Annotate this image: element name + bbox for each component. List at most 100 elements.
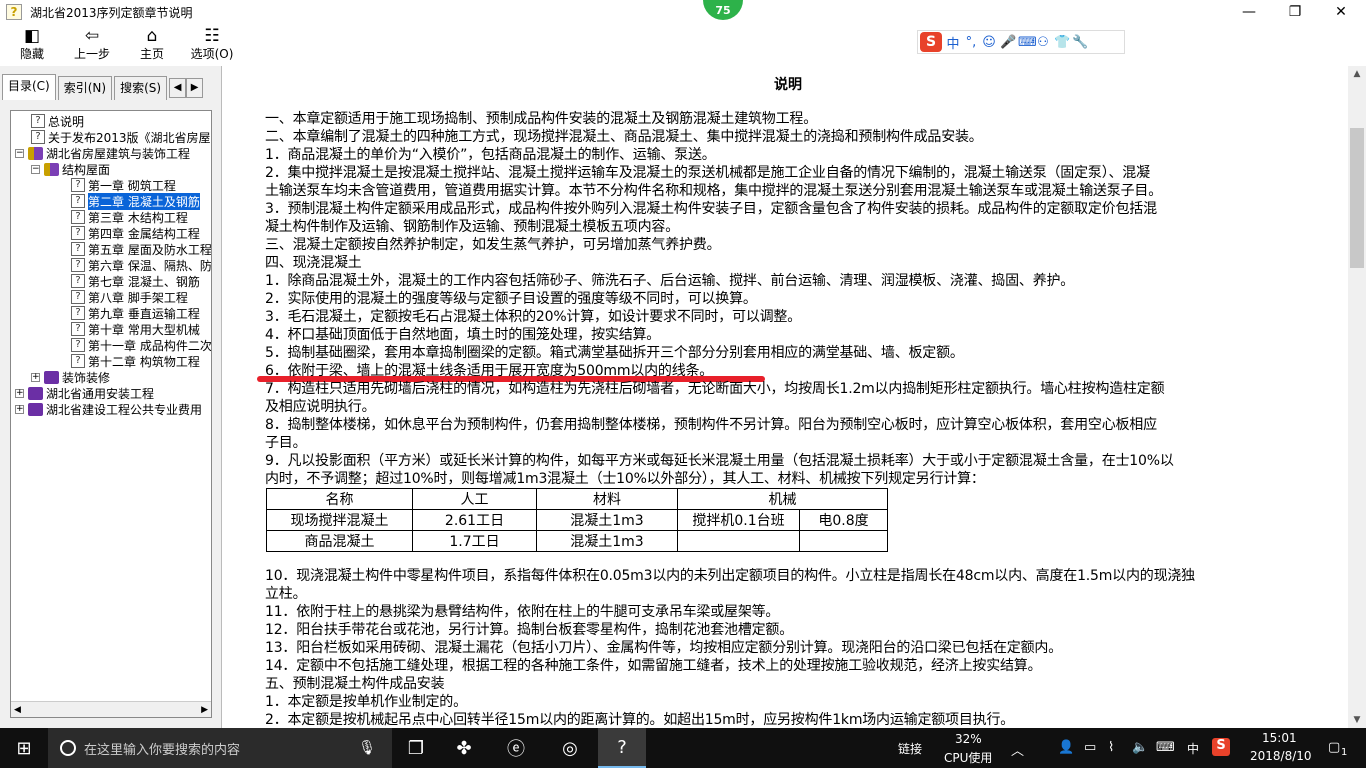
ime-user-icon[interactable]: ⚇ xyxy=(1036,35,1050,50)
toolbar: ◧ 隐藏 ⇦ 上一步 ⌂ 主页 ☷ 选项(O) xyxy=(0,24,1366,66)
help-app-taskbar-icon[interactable]: ? xyxy=(598,728,646,768)
ime-punctuation-icon[interactable]: °, xyxy=(964,35,978,50)
tree-item[interactable]: ? 第十一章 成品构件二次 xyxy=(71,337,211,353)
content-vertical-scrollbar[interactable]: ▲ ▼ xyxy=(1348,66,1366,728)
tree-item[interactable]: ? 第十章 常用大型机械 xyxy=(71,321,200,337)
tree-item[interactable]: ? 第四章 金属结构工程 xyxy=(71,225,200,241)
tab-search[interactable]: 搜索(S) xyxy=(114,76,168,100)
options-button[interactable]: ☷ 选项(O) xyxy=(184,24,240,66)
tree-item-label: 第五章 屋面及防水工程 xyxy=(88,242,212,257)
tree-item[interactable]: + 装饰装修 xyxy=(31,369,110,385)
ie-browser-icon[interactable]: ⓔ xyxy=(492,728,540,768)
tree-item[interactable]: ? 第三章 木结构工程 xyxy=(71,209,188,225)
tree-item-label: 第二章 混凝土及钢筋 xyxy=(88,192,200,210)
tree-item[interactable]: ? 第二章 混凝土及钢筋 xyxy=(71,192,200,210)
table-cell: 电0.8度 xyxy=(799,509,888,531)
hide-button[interactable]: ◧ 隐藏 xyxy=(4,24,60,66)
ime-voice-icon[interactable]: 🎤 xyxy=(1000,35,1016,50)
tree-item[interactable]: − 结构屋面 xyxy=(31,161,110,177)
tray-people-icon[interactable]: 👤 xyxy=(1058,740,1074,755)
tree-item[interactable]: ? 第九章 垂直运输工程 xyxy=(71,305,200,321)
tray-chevron-up-icon[interactable]: ︿ xyxy=(1011,740,1024,759)
scroll-right-icon[interactable]: ▶ xyxy=(201,705,208,715)
sogou-logo-icon[interactable]: S xyxy=(920,32,942,52)
expand-plus-icon[interactable]: + xyxy=(15,388,24,398)
doc-line: 3．毛石混凝土，定额按毛石占混凝土体积的20%计算，如设计要求不同时，可以调整。 xyxy=(265,309,802,325)
scrollbar-thumb[interactable] xyxy=(1350,128,1364,268)
tray-time[interactable]: 15:01 xyxy=(1262,731,1297,745)
tree-item[interactable]: + 湖北省建设工程公共专业费用 xyxy=(15,401,202,417)
table-cell: 搅拌机0.1台班 xyxy=(677,509,800,531)
ime-emoji-icon[interactable]: ☺ xyxy=(982,35,996,50)
tray-date[interactable]: 2018/8/10 xyxy=(1250,749,1312,763)
expand-plus-icon[interactable]: + xyxy=(15,404,24,414)
restore-button[interactable]: ❐ xyxy=(1272,0,1318,24)
tree-item[interactable]: − 湖北省房屋建筑与装饰工程 xyxy=(15,145,190,161)
microphone-icon[interactable]: 🎙 xyxy=(358,740,376,756)
tree-item[interactable]: ? 第六章 保温、隔热、防 xyxy=(71,257,211,273)
tree-item[interactable]: + 湖北省通用安装工程 xyxy=(15,385,154,401)
doc-line: 五、预制混凝土构件成品安装 xyxy=(265,676,445,692)
scroll-up-icon[interactable]: ▲ xyxy=(1348,66,1366,82)
chrome-browser-icon[interactable]: ◎ xyxy=(546,728,594,768)
tree-item[interactable]: ? 关于发布2013版《湖北省房屋 xyxy=(31,129,211,145)
book-icon xyxy=(28,386,43,400)
tab-scroll-right-icon[interactable]: ▶ xyxy=(186,78,204,98)
notification-center-icon[interactable]: ▢ xyxy=(1328,740,1340,755)
table-cell xyxy=(677,530,800,552)
tree-item-label: 湖北省通用安装工程 xyxy=(46,386,155,401)
tab-contents[interactable]: 目录(C) xyxy=(2,74,56,100)
tray-language[interactable]: 中 xyxy=(1187,740,1199,757)
table-header-cell: 机械 xyxy=(677,488,888,510)
ime-toolbar[interactable]: S 中 °, ☺ 🎤 ⌨ ⚇ 👕 🔧 xyxy=(917,30,1125,54)
scroll-down-icon[interactable]: ▼ xyxy=(1348,712,1366,728)
tray-link-label[interactable]: 链接 xyxy=(898,740,922,757)
taskbar-search-box[interactable]: 在这里输入你要搜索的内容 🎙 xyxy=(48,728,392,768)
doc-line: 4．杯口基础顶面低于自然地面，填土时的围笼处理，按实结算。 xyxy=(265,327,661,343)
tree-item[interactable]: ? 第一章 砌筑工程 xyxy=(71,177,176,193)
table-cell: 混凝土1m3 xyxy=(536,509,678,531)
tab-index[interactable]: 索引(N) xyxy=(57,76,113,100)
tree-item[interactable]: ? 第五章 屋面及防水工程 xyxy=(71,241,212,257)
tray-volume-icon[interactable]: 🔈 xyxy=(1132,740,1148,755)
tray-sogou-icon[interactable]: S xyxy=(1212,738,1230,756)
task-view-icon[interactable]: ❐ xyxy=(392,728,440,768)
tray-wifi-icon[interactable]: ⌇ xyxy=(1108,740,1114,755)
back-label: 上一步 xyxy=(73,47,110,61)
contents-tree[interactable]: ? 总说明? 关于发布2013版《湖北省房屋 − 湖北省房屋建筑与装饰工程 − 结构屋面? 第… xyxy=(10,110,212,718)
home-button[interactable]: ⌂ 主页 xyxy=(124,24,180,66)
tree-item-label: 湖北省房屋建筑与装饰工程 xyxy=(46,146,191,161)
tree-item[interactable]: ? 总说明 xyxy=(31,113,84,129)
navigation-pane: 目录(C) 索引(N) 搜索(S) ◀ ▶ ? 总说明? 关于发布2013版《湖北省… xyxy=(0,66,222,728)
windows-start-icon[interactable]: ⊞ xyxy=(0,728,48,768)
doc-line: 1．除商品混凝土外，混凝土的工作内容包括筛砂子、筛洗石子、后台运输、搅拌、前台运… xyxy=(265,273,1075,289)
tree-item[interactable]: ? 第十二章 构筑物工程 xyxy=(71,353,200,369)
search-placeholder: 在这里输入你要搜索的内容 xyxy=(84,742,241,758)
tree-item[interactable]: ? 第八章 脚手架工程 xyxy=(71,289,188,305)
back-button[interactable]: ⇦ 上一步 xyxy=(64,24,120,66)
book-icon xyxy=(28,146,43,160)
ime-skin-icon[interactable]: 👕 xyxy=(1054,35,1070,50)
home-icon: ⌂ xyxy=(146,26,158,46)
doc-line: 12．阳台扶手带花台或花池，另行计算。捣制台板套零星构件，捣制花池套池槽定额。 xyxy=(265,622,794,638)
doc-line: 2．集中搅拌混凝土是按混凝土搅拌站、混凝土搅拌运输车及混凝土的泵送机械都是施工企… xyxy=(265,165,1150,181)
tray-battery-icon[interactable]: ▭ xyxy=(1084,740,1096,755)
expand-plus-icon[interactable]: + xyxy=(31,372,40,382)
fan-app-icon[interactable]: ✤ xyxy=(440,728,488,768)
collapse-minus-icon[interactable]: − xyxy=(31,164,40,174)
scroll-left-icon[interactable]: ◀ xyxy=(14,705,21,715)
collapse-minus-icon[interactable]: − xyxy=(15,148,24,158)
help-page-icon: ? xyxy=(71,306,85,320)
ime-keyboard-icon[interactable]: ⌨ xyxy=(1018,35,1037,50)
minimize-button[interactable]: — xyxy=(1226,0,1272,24)
tab-scroll-left-icon[interactable]: ◀ xyxy=(169,78,187,98)
tree-item-label: 湖北省建设工程公共专业费用 xyxy=(46,402,203,417)
ime-chinese-mode[interactable]: 中 xyxy=(946,33,960,52)
tree-item[interactable]: ? 第七章 混凝土、钢筋 xyxy=(71,273,200,289)
tray-keyboard-icon[interactable]: ⌨ xyxy=(1156,740,1175,755)
doc-line: 13．阳台栏板如采用砖砌、混凝土漏花（包括小刀片）、金属构件等，均按相应定额分别… xyxy=(265,640,1063,656)
tree-horizontal-scrollbar[interactable]: ◀ ▶ xyxy=(11,701,211,717)
doc-line: 10．现浇混凝土构件中零星构件项目，系指每件体积在0.05m3以内的未列出定额项… xyxy=(265,568,1195,584)
close-button[interactable]: ✕ xyxy=(1318,0,1364,24)
ime-settings-icon[interactable]: 🔧 xyxy=(1072,35,1088,50)
